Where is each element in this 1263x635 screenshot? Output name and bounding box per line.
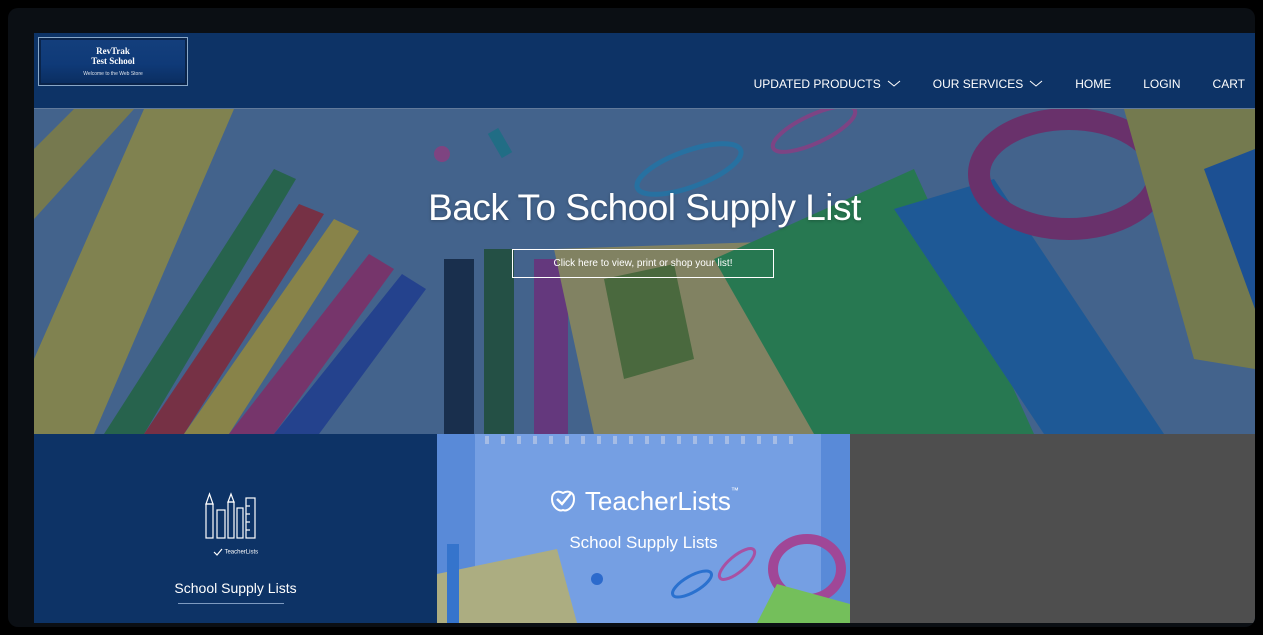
- teacherlists-logo-text: TeacherLists: [584, 486, 731, 516]
- empty-tile: [850, 434, 1255, 623]
- main-nav: UPDATED PRODUCTS OUR SERVICES HOME LOGIN: [754, 76, 1245, 92]
- logo-line-2: Test School: [91, 56, 135, 66]
- nav-our-services-label: OUR SERVICES: [932, 77, 1024, 91]
- tile-title: School Supply Lists: [174, 580, 297, 596]
- tile-overlay: [437, 434, 850, 623]
- nav-cart[interactable]: CART: [1213, 77, 1245, 91]
- site-header: RevTrak Test School Welcome to the Web S…: [34, 33, 1255, 109]
- check-apple-icon: [551, 490, 576, 512]
- teacherlists-promo-tile[interactable]: TeacherLists™ School Supply Lists: [437, 434, 850, 623]
- school-supplies-icon: [205, 492, 256, 539]
- nav-updated-products-label: UPDATED PRODUCTS: [753, 77, 881, 91]
- nav-home-label: HOME: [1075, 77, 1112, 91]
- school-supply-lists-tile[interactable]: TeacherLists School Supply Lists: [34, 434, 437, 623]
- web-store-page: RevTrak Test School Welcome to the Web S…: [34, 33, 1255, 623]
- trademark-symbol: ™: [730, 486, 739, 495]
- nav-cart-label: CART: [1212, 77, 1245, 91]
- nav-login[interactable]: LOGIN: [1143, 77, 1180, 91]
- nav-our-services[interactable]: OUR SERVICES: [933, 77, 1043, 91]
- nav-login-label: LOGIN: [1143, 77, 1181, 91]
- nav-home[interactable]: HOME: [1075, 77, 1111, 91]
- nav-updated-products[interactable]: UPDATED PRODUCTS: [754, 77, 901, 91]
- teacherlists-logo: TeacherLists™: [437, 486, 850, 517]
- check-heart-icon: [213, 548, 223, 556]
- browser-frame: RevTrak Test School Welcome to the Web S…: [8, 8, 1255, 627]
- hero-title: Back To School Supply List: [428, 187, 861, 228]
- view-supply-list-button[interactable]: Click here to view, print or shop your l…: [512, 249, 774, 278]
- school-logo[interactable]: RevTrak Test School Welcome to the Web S…: [38, 37, 188, 86]
- logo-line-1: RevTrak: [96, 46, 130, 56]
- chevron-down-icon: [887, 80, 901, 87]
- teacherlists-brand-text: TeacherLists: [224, 549, 259, 556]
- tile-title-underline: [178, 603, 284, 604]
- hero-banner: Back To School Supply List Click here to…: [34, 109, 1255, 434]
- tile-title: School Supply Lists: [569, 533, 718, 552]
- teacherlists-brand: TeacherLists: [34, 548, 437, 556]
- chevron-down-icon: [1029, 80, 1043, 87]
- logo-tagline: Welcome to the Web Store: [83, 71, 143, 77]
